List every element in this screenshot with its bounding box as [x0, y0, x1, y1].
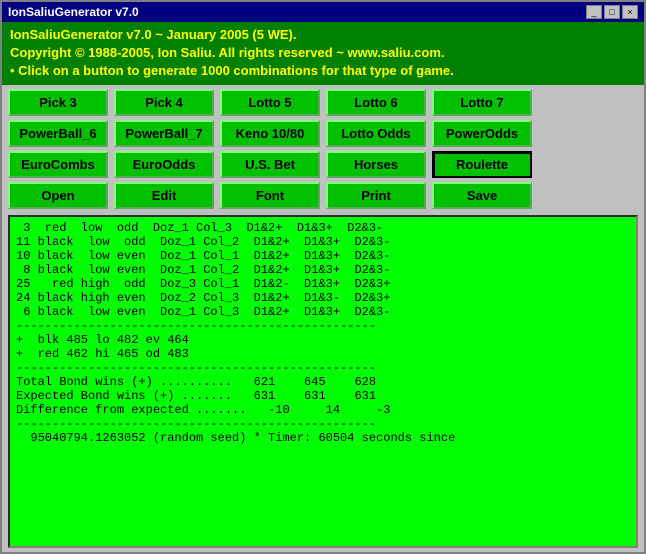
- euro-odds-button[interactable]: EuroOdds: [114, 151, 214, 178]
- lotto7-button[interactable]: Lotto 7: [432, 89, 532, 116]
- lotto-odds-button[interactable]: Lotto Odds: [326, 120, 426, 147]
- header-line3: • Click on a button to generate 1000 com…: [10, 62, 636, 80]
- button-row-4: Open Edit Font Print Save: [8, 182, 638, 209]
- button-row-1: Pick 3 Pick 4 Lotto 5 Lotto 6 Lotto 7: [8, 89, 638, 116]
- minimize-button[interactable]: _: [586, 5, 602, 19]
- open-button[interactable]: Open: [8, 182, 108, 209]
- save-button[interactable]: Save: [432, 182, 532, 209]
- main-window: IonSaliuGenerator v7.0 _ □ × IonSaliuGen…: [0, 0, 646, 554]
- powerball6-button[interactable]: PowerBall_6: [8, 120, 108, 147]
- button-row-2: PowerBall_6 PowerBall_7 Keno 10/80 Lotto…: [8, 120, 638, 147]
- power-odds-button[interactable]: PowerOdds: [432, 120, 532, 147]
- roulette-button[interactable]: Roulette: [432, 151, 532, 178]
- font-button[interactable]: Font: [220, 182, 320, 209]
- lotto5-button[interactable]: Lotto 5: [220, 89, 320, 116]
- header-line1: IonSaliuGenerator v7.0 ~ January 2005 (5…: [10, 26, 636, 44]
- title-bar: IonSaliuGenerator v7.0 _ □ ×: [2, 2, 644, 22]
- powerball7-button[interactable]: PowerBall_7: [114, 120, 214, 147]
- pick4-button[interactable]: Pick 4: [114, 89, 214, 116]
- header-line2: Copyright © 1988-2005, Ion Saliu. All ri…: [10, 44, 636, 62]
- title-bar-buttons: _ □ ×: [586, 5, 638, 19]
- button-row-3: EuroCombs EuroOdds U.S. Bet Horses Roule…: [8, 151, 638, 178]
- us-bet-button[interactable]: U.S. Bet: [220, 151, 320, 178]
- lotto6-button[interactable]: Lotto 6: [326, 89, 426, 116]
- euro-combs-button[interactable]: EuroCombs: [8, 151, 108, 178]
- output-container: 3 red low odd Doz_1 Col_3 D1&2+ D1&3+ D2…: [2, 213, 644, 552]
- output-area[interactable]: 3 red low odd Doz_1 Col_3 D1&2+ D1&3+ D2…: [8, 215, 638, 548]
- horses-button[interactable]: Horses: [326, 151, 426, 178]
- header-area: IonSaliuGenerator v7.0 ~ January 2005 (5…: [2, 22, 644, 85]
- title-bar-text: IonSaliuGenerator v7.0: [8, 5, 139, 19]
- keno-button[interactable]: Keno 10/80: [220, 120, 320, 147]
- buttons-area: Pick 3 Pick 4 Lotto 5 Lotto 6 Lotto 7 Po…: [2, 85, 644, 213]
- maximize-button[interactable]: □: [604, 5, 620, 19]
- pick3-button[interactable]: Pick 3: [8, 89, 108, 116]
- print-button[interactable]: Print: [326, 182, 426, 209]
- edit-button[interactable]: Edit: [114, 182, 214, 209]
- close-button[interactable]: ×: [622, 5, 638, 19]
